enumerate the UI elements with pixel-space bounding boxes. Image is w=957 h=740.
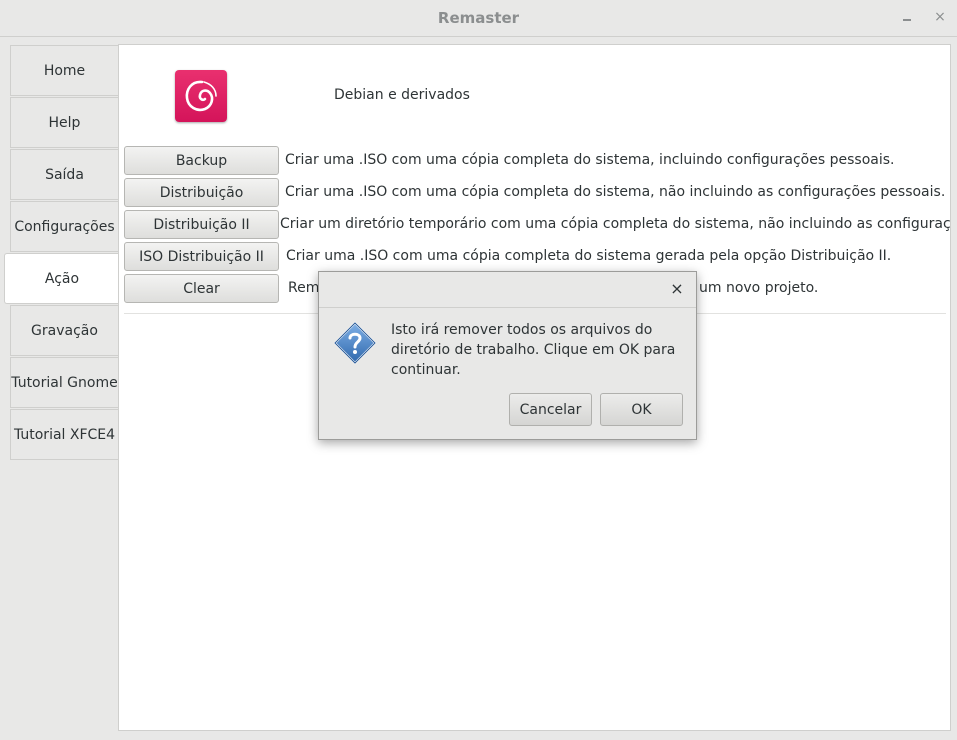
distribuicao-ii-button[interactable]: Distribuição II — [124, 210, 279, 239]
backup-button[interactable]: Backup — [124, 146, 279, 175]
tab-configuracoes[interactable]: Configurações — [10, 201, 118, 252]
window-title: Remaster — [437, 9, 520, 27]
clear-button[interactable]: Clear — [124, 274, 279, 303]
distribuicao-description: Criar uma .ISO com uma cópia completa do… — [285, 184, 946, 200]
tab-tutorial-xfce4[interactable]: Tutorial XFCE4 — [10, 409, 118, 460]
iso-distribuicao-ii-button[interactable]: ISO Distribuição II — [124, 242, 279, 271]
tab-acao[interactable]: Ação — [4, 253, 119, 304]
backup-description: Criar uma .ISO com uma cópia completa do… — [285, 152, 895, 168]
dialog-message: Isto irá remover todos os arquivos do di… — [391, 322, 676, 378]
ok-button[interactable]: OK — [600, 393, 683, 426]
title-bar: Remaster × — [0, 0, 957, 37]
tab-saida[interactable]: Saída — [10, 149, 118, 200]
confirm-dialog: × Isto irá remover todos os arquivos do … — [318, 271, 697, 440]
tab-label: Tutorial Gnome — [11, 374, 118, 391]
iso-distribuicao-ii-description: Criar uma .ISO com uma cópia completa do… — [286, 248, 892, 264]
tab-label: Configurações — [14, 218, 115, 235]
tab-label: Home — [43, 62, 86, 79]
tab-label: Saída — [45, 166, 84, 183]
minimize-button[interactable] — [896, 6, 918, 28]
tab-label: Gravação — [31, 322, 98, 339]
close-icon: × — [670, 279, 684, 298]
tab-label: Ação — [44, 270, 80, 287]
question-icon — [333, 321, 377, 365]
tab-help[interactable]: Help — [10, 97, 118, 148]
tab-gravacao[interactable]: Gravação — [10, 305, 118, 356]
close-icon: × — [934, 9, 946, 25]
distro-label: Debian e derivados — [334, 87, 470, 103]
dialog-close-button[interactable]: × — [668, 280, 686, 298]
tab-label: Help — [48, 114, 81, 131]
clear-description-end: um novo projeto. — [699, 280, 819, 296]
tab-tutorial-gnome[interactable]: Tutorial Gnome — [10, 357, 118, 408]
dialog-header: × — [319, 272, 696, 308]
cancel-button[interactable]: Cancelar — [509, 393, 592, 426]
distribuicao-button[interactable]: Distribuição — [124, 178, 279, 207]
tab-label: Tutorial XFCE4 — [13, 426, 116, 443]
distribuicao-ii-description: Criar um diretório temporário com uma có… — [280, 216, 951, 232]
close-window-button[interactable]: × — [929, 6, 951, 28]
debian-swirl-icon — [175, 70, 227, 122]
minimize-icon — [903, 19, 911, 21]
tab-home[interactable]: Home — [10, 45, 118, 96]
